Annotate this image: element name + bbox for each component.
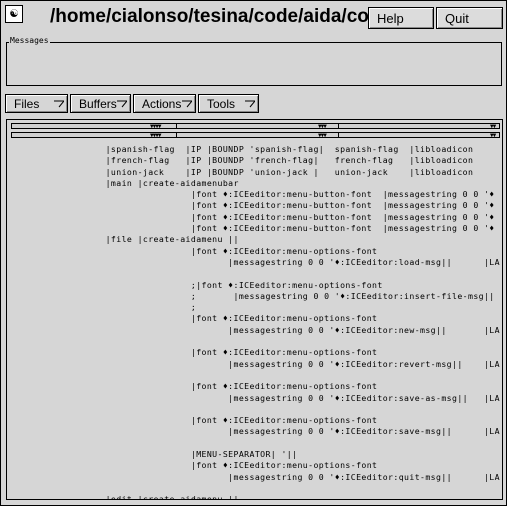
chevron-down-icon (182, 100, 192, 108)
code-line[interactable]: |messagestring 0 0 '♦:ICEeditor:load-msg… (15, 257, 500, 268)
messages-label: Messages (9, 36, 50, 45)
code-line[interactable]: |font ♦:ICEeditor:menu-options-font (15, 347, 500, 358)
code-line[interactable]: |font ♦:ICEeditor:menu-button-font |mess… (15, 189, 500, 200)
code-line[interactable]: |font ♦:ICEeditor:menu-button-font |mess… (15, 212, 500, 223)
code-editor[interactable]: ▼▼▼▼ ▼▼▼ ▼▼ ▼▼▼▼ ▼▼▼ ▼▼ |spanish-flag |I… (6, 119, 503, 500)
code-line[interactable]: |font ♦:ICEeditor:menu-options-font (15, 381, 500, 392)
code-line[interactable]: |messagestring 0 0 '♦:ICEeditor:save-msg… (15, 426, 500, 437)
column-ruler-top[interactable]: ▼▼▼▼ ▼▼▼ ▼▼ (11, 123, 500, 130)
code-line[interactable]: |font ♦:ICEeditor:menu-button-font |mess… (15, 200, 500, 211)
tools-menu-label: Tools (207, 97, 236, 111)
code-line[interactable] (15, 336, 500, 347)
code-line[interactable]: |main |create-aidamenubar (15, 178, 500, 189)
ruler-divider (338, 124, 339, 128)
app-icon[interactable]: ☯ (5, 5, 23, 23)
actions-menu-button[interactable]: Actions (133, 94, 196, 113)
help-button[interactable]: Help (368, 7, 434, 29)
code-line[interactable]: ; (15, 302, 500, 313)
code-line[interactable]: |union-jack |IP |BOUNDP 'union-jack | un… (15, 167, 500, 178)
code-line[interactable]: |messagestring 0 0 '♦:ICEeditor:new-msg|… (15, 325, 500, 336)
code-line[interactable]: |font ♦:ICEeditor:menu-options-font (15, 415, 500, 426)
ruler-marker[interactable]: ▼▼ (490, 132, 496, 139)
code-line[interactable] (15, 268, 500, 279)
ruler-divider (338, 133, 339, 137)
code-text[interactable]: |spanish-flag |IP |BOUNDP 'spanish-flag|… (15, 144, 500, 499)
code-line[interactable]: |font ♦:ICEeditor:menu-options-font (15, 460, 500, 471)
ruler-marker[interactable]: ▼▼▼▼ (150, 123, 161, 130)
code-line[interactable]: |messagestring 0 0 '♦:ICEeditor:revert-m… (15, 359, 500, 370)
code-line[interactable]: ;|font ♦:ICEeditor:menu-options-font (15, 280, 500, 291)
code-line[interactable]: |font ♦:ICEeditor:menu-options-font (15, 246, 500, 257)
tools-menu-button[interactable]: Tools (198, 94, 259, 113)
ruler-marker[interactable]: ▼▼▼ (318, 123, 327, 130)
title-bar: ☯ /home/cialonso/tesina/code/aida/code/I… (2, 2, 505, 32)
ruler-marker[interactable]: ▼▼▼ (318, 132, 327, 139)
code-line[interactable] (15, 404, 500, 415)
code-line[interactable]: |spanish-flag |IP |BOUNDP 'spanish-flag|… (15, 144, 500, 155)
code-line[interactable] (15, 370, 500, 381)
ruler-marker[interactable]: ▼▼ (490, 123, 496, 130)
code-line[interactable]: |messagestring 0 0 '♦:ICEeditor:save-as-… (15, 393, 500, 404)
actions-menu-label: Actions (142, 97, 182, 111)
code-line[interactable]: |file |create-aidamenu || (15, 234, 500, 245)
chevron-down-icon (54, 100, 64, 108)
code-line[interactable]: |messagestring 0 0 '♦:ICEeditor:quit-msg… (15, 472, 500, 483)
files-menu-button[interactable]: Files (5, 94, 68, 113)
buffers-menu-label: Buffers (79, 97, 117, 111)
chevron-down-icon (117, 100, 127, 108)
ruler-divider (176, 133, 177, 137)
window-title: /home/cialonso/tesina/code/aida/code/ICE… (50, 6, 368, 27)
buffers-menu-button[interactable]: Buffers (70, 94, 131, 113)
ruler-divider (176, 124, 177, 128)
code-line[interactable]: |edit |create-aidamenu || (15, 494, 500, 499)
code-line[interactable]: |font ♦:ICEeditor:menu-button-font |mess… (15, 223, 500, 234)
code-line[interactable]: |font ♦:ICEeditor:menu-options-font (15, 313, 500, 324)
files-menu-label: Files (14, 97, 40, 111)
code-line[interactable] (15, 483, 500, 494)
quit-button[interactable]: Quit (436, 7, 503, 29)
code-line[interactable]: |MENU-SEPARATOR| '|| (15, 449, 500, 460)
column-ruler-bottom[interactable]: ▼▼▼▼ ▼▼▼ ▼▼ (11, 132, 500, 139)
code-line[interactable]: |french-flag |IP |BOUNDP 'french-flag| f… (15, 155, 500, 166)
ruler-marker[interactable]: ▼▼▼▼ (150, 132, 161, 139)
chevron-down-icon (245, 100, 255, 108)
editor-window: ☯ /home/cialonso/tesina/code/aida/code/I… (0, 0, 507, 506)
code-line[interactable] (15, 438, 500, 449)
code-line[interactable]: ; |messagestring 0 0 '♦:ICEeditor:insert… (15, 291, 500, 302)
messages-panel (6, 42, 502, 86)
